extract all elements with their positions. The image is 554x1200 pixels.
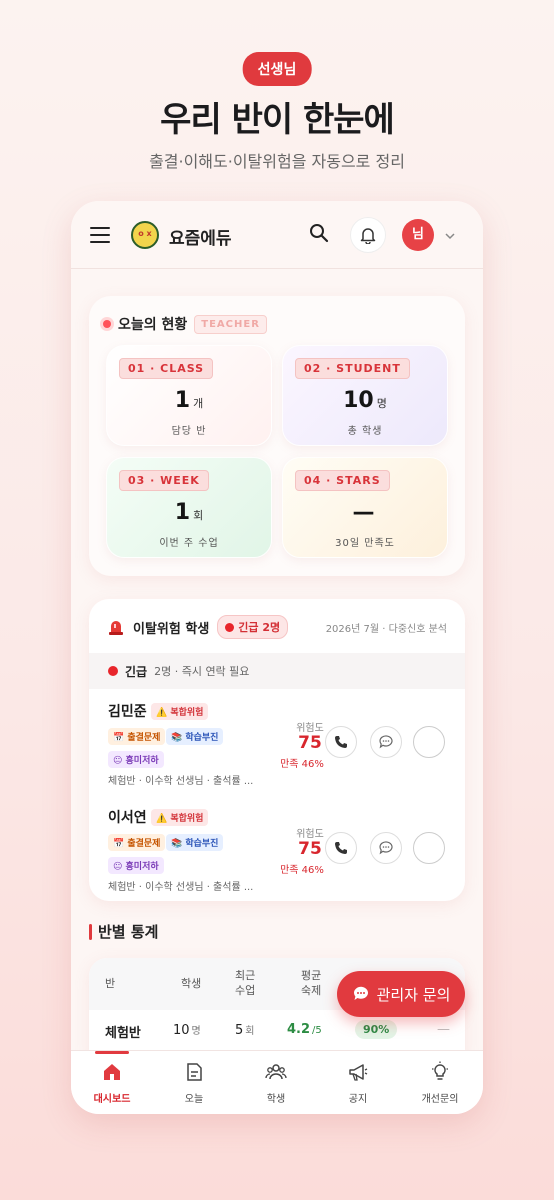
urgent-count-badge: 긴급 2명: [217, 615, 289, 639]
stat-label: 30일 만족도: [335, 538, 395, 549]
stat-unit: 개: [193, 397, 204, 410]
badge-complex-risk: ⚠️ 복합위험: [151, 809, 209, 826]
megaphone-icon: [349, 1064, 368, 1081]
tab-students[interactable]: 학생: [235, 1061, 317, 1106]
risk-label: 위험도: [296, 829, 324, 840]
call-button[interactable]: [325, 726, 357, 758]
stat-tag: 01 · CLASS: [119, 358, 214, 379]
bottom-tab-bar: 대시보드 오늘 학생 공지 개선문의: [71, 1050, 483, 1114]
stat-tag: 04 · STARS: [295, 470, 390, 491]
cell-extra: —: [437, 1022, 450, 1037]
stat-tag: 02 · STUDENT: [295, 358, 410, 379]
teacher-tag: TEACHER: [194, 314, 267, 334]
student-info: 체험반 · 이수학 선생님 · 출석률 ...: [108, 776, 254, 787]
badge-complex-risk: ⚠️ 복합위험: [151, 703, 209, 720]
cell-avg: 4.2/5: [287, 1022, 322, 1037]
risk-meta: 2026년 7월 · 다중신호 분석: [325, 624, 447, 635]
tab-dashboard[interactable]: 대시보드: [71, 1061, 153, 1106]
col-avg: 평균 숙제: [301, 969, 322, 997]
badge-interest: 😐 흥미저하: [108, 857, 164, 874]
admin-inquiry-button[interactable]: 관리자 문의: [337, 971, 465, 1017]
chat-bubble-icon: [379, 841, 393, 855]
badge-attendance: 📅 출결문제: [108, 728, 166, 745]
brand-logo: o x: [131, 221, 159, 249]
select-circle-button[interactable]: [413, 832, 445, 864]
cell-students: 10 명: [173, 1023, 201, 1038]
promo-subline: 출결·이해도·이탈위험을 자동으로 정리: [149, 152, 405, 171]
bell-icon[interactable]: [350, 217, 386, 253]
house-icon: [104, 1064, 120, 1080]
select-circle-button[interactable]: [413, 726, 445, 758]
stat-value: 1: [174, 388, 191, 413]
brand-name: 요즘에듀: [169, 229, 232, 249]
class-stats-heading: 반별 통계: [89, 921, 158, 942]
menu-icon[interactable]: [90, 227, 110, 243]
lightbulb-icon: [432, 1061, 448, 1080]
stat-stars[interactable]: 04 · STARS — 30일 만족도: [282, 457, 448, 558]
dropout-risk-card: 이탈위험 학생 긴급 2명 2026년 7월 · 다중신호 분석 긴급 2명 ·…: [89, 599, 465, 901]
stat-student[interactable]: 02 · STUDENT 10 명 총 학생: [282, 345, 448, 446]
people-icon: [265, 1064, 287, 1080]
col-recent: 최근 수업: [235, 969, 256, 997]
cell-class[interactable]: 체험반: [105, 1022, 141, 1041]
urgent-label: 긴급: [125, 664, 148, 679]
phone-icon: [335, 736, 347, 748]
stat-tag: 03 · WEEK: [119, 470, 209, 491]
stat-label: 총 학생: [347, 426, 383, 437]
stat-label: 이번 주 수업: [159, 538, 219, 549]
tab-today[interactable]: 오늘: [153, 1061, 235, 1106]
student-name: 김민준: [108, 704, 147, 720]
stat-week[interactable]: 03 · WEEK 1회 이번 주 수업: [106, 457, 272, 558]
stat-value: 10: [343, 388, 374, 413]
avatar[interactable]: 님: [402, 219, 434, 251]
stat-value: 1: [174, 500, 191, 525]
badge-interest: 😐 흥미저하: [108, 751, 164, 768]
risk-title: 이탈위험 학생: [133, 621, 210, 637]
chat-bubble-icon: [379, 735, 393, 749]
document-icon: [187, 1063, 202, 1081]
stat-label: 담당 반: [171, 426, 207, 437]
dashboard-scroll[interactable]: 오늘의 현황 TEACHER 01 · CLASS 1개 담당 반 02 · S…: [71, 269, 483, 1050]
promo-headline: 우리 반이 한눈에: [160, 100, 395, 140]
tab-notice[interactable]: 공지: [317, 1061, 399, 1106]
tab-feedback[interactable]: 개선문의: [399, 1061, 481, 1106]
teacher-pill: 선생님: [242, 52, 312, 86]
satisfaction: 만족 46%: [280, 865, 324, 876]
badge-study: 📚 학습부진: [166, 834, 224, 851]
student-info: 체험반 · 이수학 선생님 · 출석률 ...: [108, 882, 254, 893]
siren-icon: [109, 621, 123, 635]
today-status-card: 오늘의 현황 TEACHER 01 · CLASS 1개 담당 반 02 · S…: [89, 296, 465, 576]
call-button[interactable]: [325, 832, 357, 864]
satisfaction: 만족 46%: [280, 759, 324, 770]
phone-screen: o x 요즘에듀 님 오늘의 현황 TEACHER 01 · CLASS 1개 …: [71, 201, 483, 1114]
urgent-note: 2명 · 즉시 연락 필요: [154, 665, 250, 678]
live-dot-icon: [103, 320, 111, 328]
stat-class[interactable]: 01 · CLASS 1개 담당 반: [106, 345, 272, 446]
student-row[interactable]: 김민준 ⚠️ 복합위험 📅 출결문제 📚 학습부진 😐 흥미저하 체험반 · 이…: [89, 695, 465, 799]
student-row[interactable]: 이서연 ⚠️ 복합위험 📅 출결문제 📚 학습부진 😐 흥미저하 체험반 · 이…: [89, 801, 465, 901]
cell-pct: 90%: [355, 1020, 398, 1039]
col-students: 학생: [181, 977, 202, 990]
message-button[interactable]: [370, 832, 402, 864]
badge-study: 📚 학습부진: [166, 728, 224, 745]
app-bar: o x 요즘에듀 님: [71, 201, 483, 269]
message-button[interactable]: [370, 726, 402, 758]
stat-unit: 명: [376, 397, 387, 410]
stat-unit: 회: [193, 509, 204, 522]
badge-attendance: 📅 출결문제: [108, 834, 166, 851]
risk-label: 위험도: [296, 723, 324, 734]
urgent-section-header: 긴급 2명 · 즉시 연락 필요: [89, 653, 465, 689]
stat-value: —: [352, 500, 375, 525]
student-name: 이서연: [108, 810, 147, 826]
active-tab-indicator: [95, 1051, 129, 1054]
chat-bubble-icon: [353, 986, 368, 1000]
phone-icon: [335, 842, 347, 854]
col-class: 반: [105, 977, 116, 990]
chevron-down-icon[interactable]: [443, 228, 457, 242]
today-title: 오늘의 현황: [118, 317, 188, 333]
cell-recent: 5회: [235, 1023, 255, 1038]
search-icon[interactable]: [309, 223, 331, 245]
